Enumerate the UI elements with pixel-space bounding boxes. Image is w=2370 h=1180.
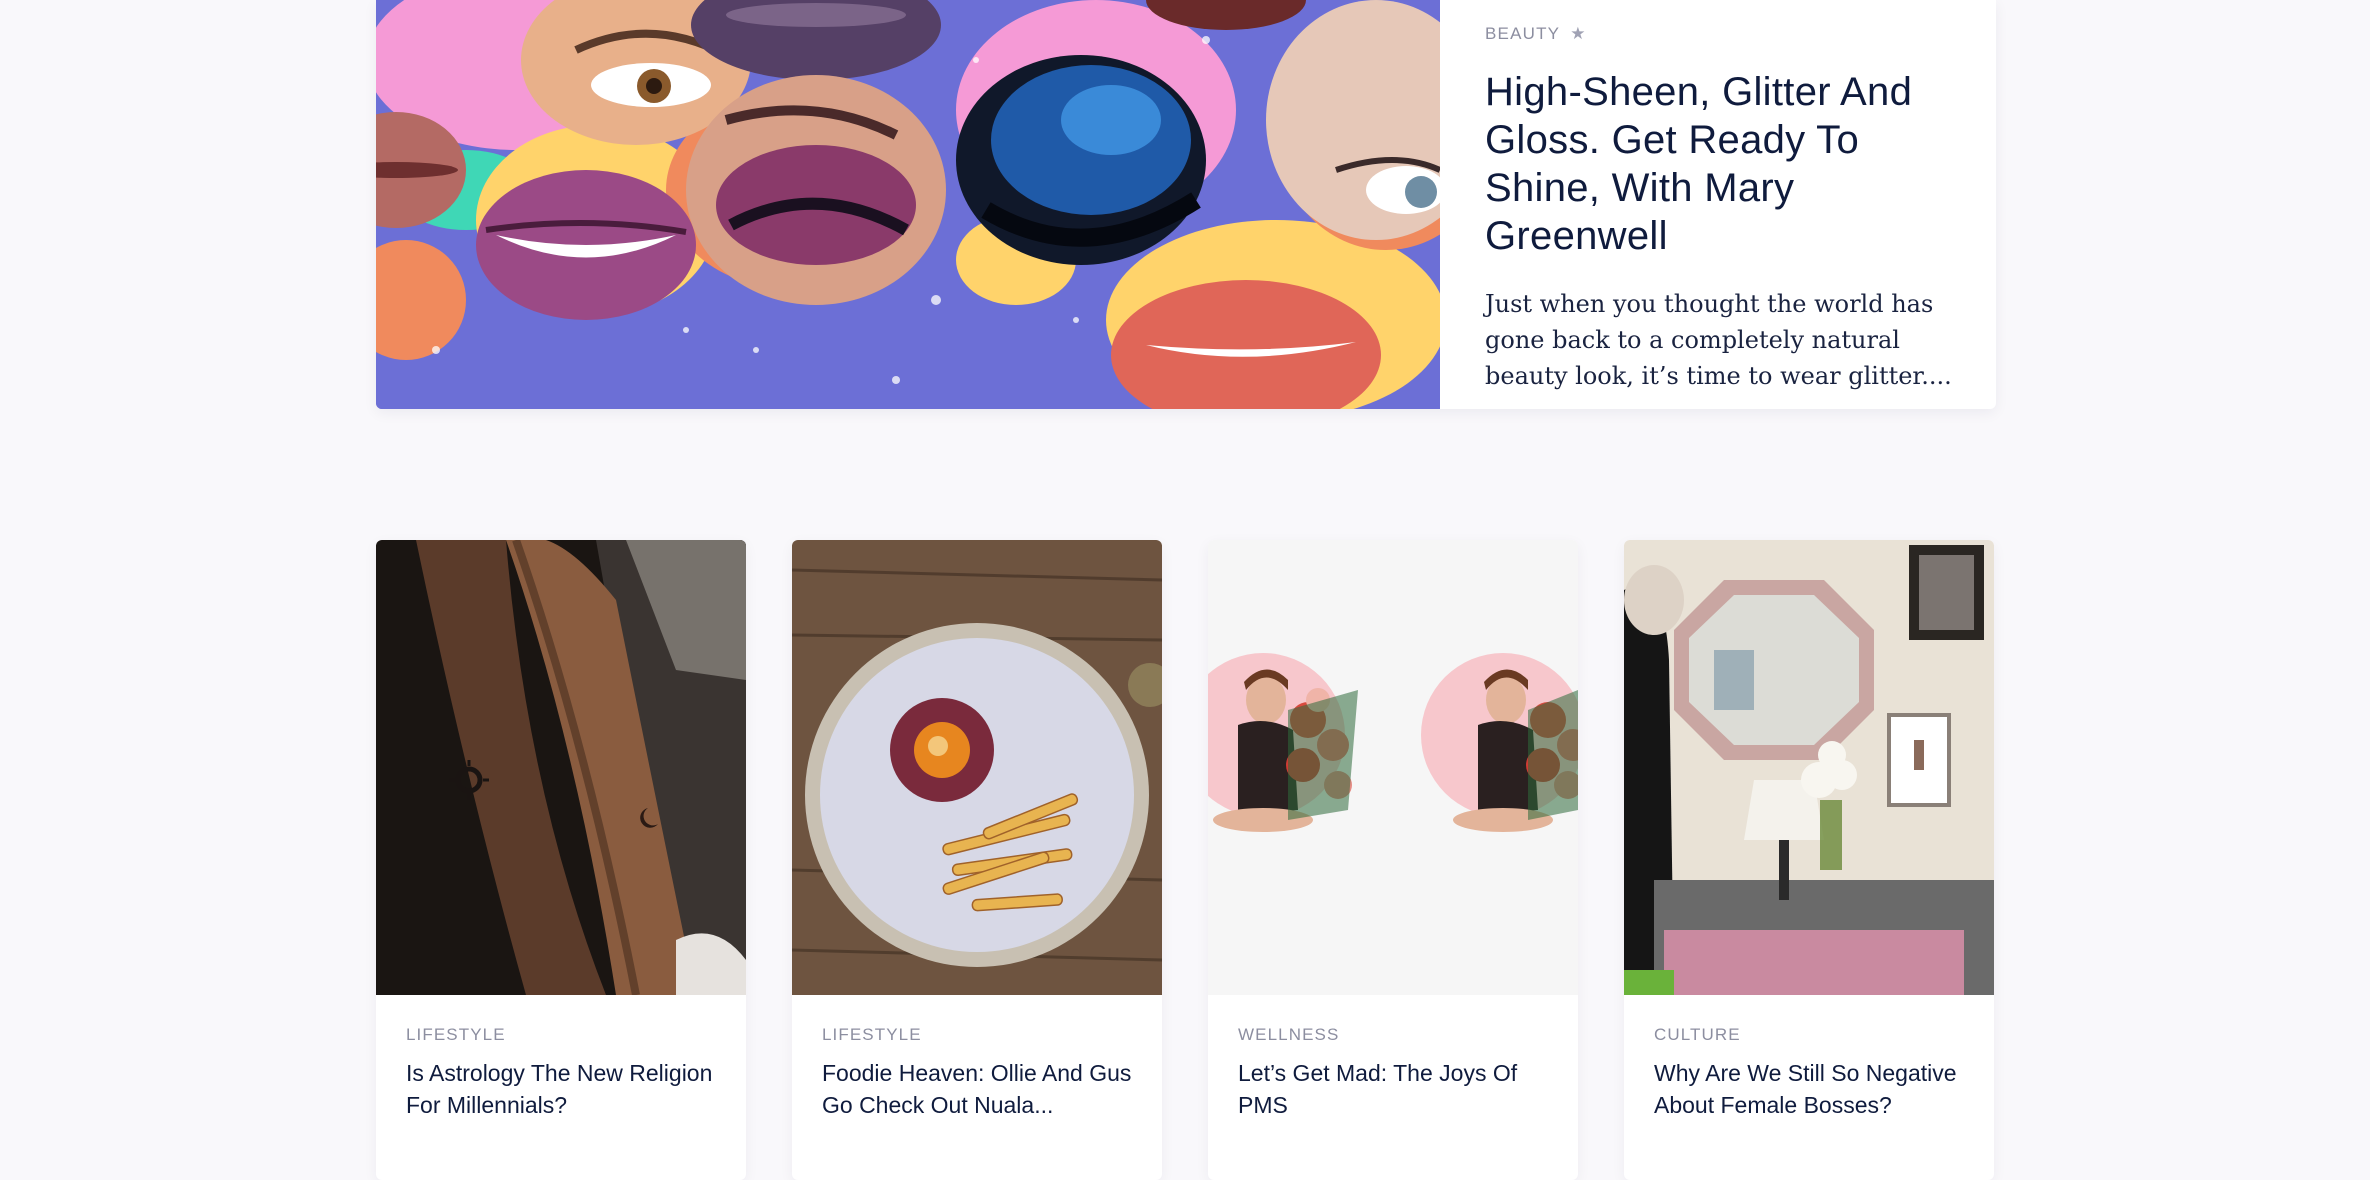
card-title[interactable]: Why Are We Still So Negative About Femal… xyxy=(1654,1057,1964,1121)
card-image[interactable] xyxy=(376,540,746,995)
card-body: WELLNESS Let’s Get Mad: The Joys Of PMS xyxy=(1208,995,1578,1121)
featured-title[interactable]: High-Sheen, Glitter And Gloss. Get Ready… xyxy=(1485,68,1952,260)
star-icon[interactable]: ★ xyxy=(1570,24,1586,44)
card-title[interactable]: Foodie Heaven: Ollie And Gus Go Check Ou… xyxy=(822,1057,1132,1121)
office-mirror-scene-image xyxy=(1624,540,1994,995)
article-card-female-bosses[interactable]: CULTURE Why Are We Still So Negative Abo… xyxy=(1624,540,1994,1180)
card-image[interactable] xyxy=(1208,540,1578,995)
makeup-collage-image xyxy=(376,0,1440,409)
featured-excerpt: Just when you thought the world has gone… xyxy=(1485,290,1952,390)
card-title[interactable]: Let’s Get Mad: The Joys Of PMS xyxy=(1238,1057,1548,1121)
article-card-astrology[interactable]: LIFESTYLE Is Astrology The New Religion … xyxy=(376,540,746,1180)
card-category[interactable]: WELLNESS xyxy=(1238,1025,1548,1045)
featured-body: BEAUTY ★ High-Sheen, Glitter And Gloss. … xyxy=(1440,0,1996,409)
card-category[interactable]: LIFESTYLE xyxy=(822,1025,1132,1045)
forearm-tattoos-image xyxy=(376,540,746,995)
card-category[interactable]: LIFESTYLE xyxy=(406,1025,716,1045)
card-category[interactable]: CULTURE xyxy=(1654,1025,1964,1045)
card-body: LIFESTYLE Is Astrology The New Religion … xyxy=(376,995,746,1121)
card-body: CULTURE Why Are We Still So Negative Abo… xyxy=(1624,995,1994,1121)
card-body: LIFESTYLE Foodie Heaven: Ollie And Gus G… xyxy=(792,995,1162,1121)
card-title[interactable]: Is Astrology The New Religion For Millen… xyxy=(406,1057,716,1121)
article-card-pms[interactable]: WELLNESS Let’s Get Mad: The Joys Of PMS xyxy=(1208,540,1578,1180)
woman-with-flowers-collage-image xyxy=(1208,540,1578,995)
featured-image[interactable] xyxy=(376,0,1440,409)
featured-category[interactable]: BEAUTY ★ xyxy=(1485,24,1952,44)
card-image[interactable] xyxy=(1624,540,1994,995)
card-image[interactable] xyxy=(792,540,1162,995)
steak-tartare-plate-image xyxy=(792,540,1162,995)
featured-article-card[interactable]: BEAUTY ★ High-Sheen, Glitter And Gloss. … xyxy=(376,0,1996,409)
featured-category-label[interactable]: BEAUTY xyxy=(1485,24,1560,44)
article-card-foodie[interactable]: LIFESTYLE Foodie Heaven: Ollie And Gus G… xyxy=(792,540,1162,1180)
